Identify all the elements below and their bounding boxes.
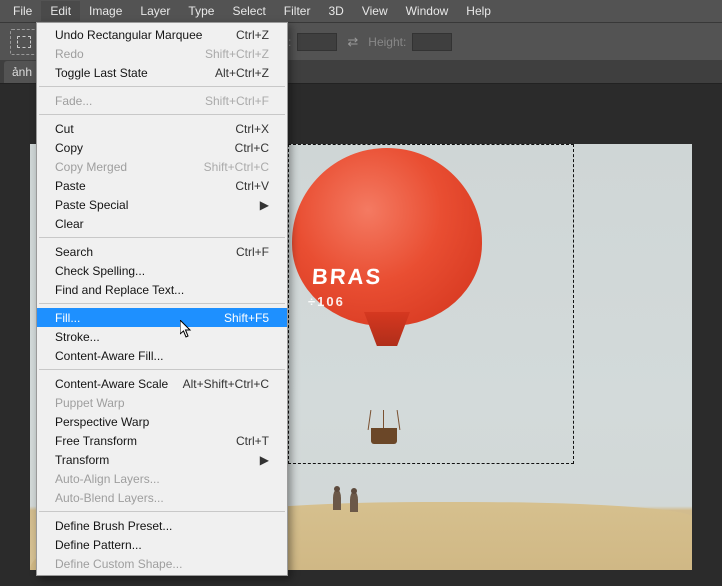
menu-item-define-custom-shape: Define Custom Shape... bbox=[37, 554, 287, 573]
menu-item-label: Cut bbox=[55, 122, 74, 136]
menu-3d[interactable]: 3D bbox=[319, 1, 352, 21]
tab-label: ảnh bbox=[12, 65, 32, 79]
menu-item-clear[interactable]: Clear bbox=[37, 214, 287, 233]
menu-item-shortcut: Shift+Ctrl+C bbox=[204, 160, 269, 174]
height-control: Height: bbox=[368, 33, 452, 51]
submenu-arrow-icon: ▶ bbox=[252, 198, 269, 212]
menu-item-label: Search bbox=[55, 245, 93, 259]
menu-separator bbox=[39, 114, 285, 115]
menu-item-shortcut: Shift+F5 bbox=[224, 311, 269, 325]
menu-item-undo-rectangular-marquee[interactable]: Undo Rectangular Marquee Ctrl+Z bbox=[37, 25, 287, 44]
menu-item-shortcut: Ctrl+F bbox=[236, 245, 269, 259]
menu-separator bbox=[39, 369, 285, 370]
menu-filter[interactable]: Filter bbox=[275, 1, 320, 21]
menu-image[interactable]: Image bbox=[80, 1, 131, 21]
menu-item-transform[interactable]: Transform ▶ bbox=[37, 450, 287, 469]
menu-item-label: Paste bbox=[55, 179, 86, 193]
menu-select[interactable]: Select bbox=[223, 1, 274, 21]
menu-file[interactable]: File bbox=[4, 1, 41, 21]
menu-item-check-spelling[interactable]: Check Spelling... bbox=[37, 261, 287, 280]
menu-item-shortcut: Alt+Shift+Ctrl+C bbox=[183, 377, 269, 391]
menu-item-shortcut: Shift+Ctrl+F bbox=[205, 94, 269, 108]
person-figure bbox=[350, 492, 358, 512]
menu-item-label: Fade... bbox=[55, 94, 92, 108]
menu-item-find-and-replace-text[interactable]: Find and Replace Text... bbox=[37, 280, 287, 299]
menu-item-stroke[interactable]: Stroke... bbox=[37, 327, 287, 346]
menu-item-free-transform[interactable]: Free Transform Ctrl+T bbox=[37, 431, 287, 450]
menu-item-toggle-last-state[interactable]: Toggle Last State Alt+Ctrl+Z bbox=[37, 63, 287, 82]
menu-item-label: Free Transform bbox=[55, 434, 137, 448]
menu-item-label: Content-Aware Fill... bbox=[55, 349, 164, 363]
menu-item-copy[interactable]: Copy Ctrl+C bbox=[37, 138, 287, 157]
menu-item-auto-align-layers: Auto-Align Layers... bbox=[37, 469, 287, 488]
menu-item-label: Auto-Blend Layers... bbox=[55, 491, 164, 505]
menu-item-label: Find and Replace Text... bbox=[55, 283, 184, 297]
document-tab[interactable]: ảnh bbox=[4, 61, 40, 83]
menu-item-copy-merged: Copy Merged Shift+Ctrl+C bbox=[37, 157, 287, 176]
menu-item-shortcut: Ctrl+X bbox=[235, 122, 269, 136]
menu-item-shortcut: Alt+Ctrl+Z bbox=[215, 66, 269, 80]
menu-item-search[interactable]: Search Ctrl+F bbox=[37, 242, 287, 261]
menu-item-cut[interactable]: Cut Ctrl+X bbox=[37, 119, 287, 138]
menu-item-label: Undo Rectangular Marquee bbox=[55, 28, 202, 42]
menu-item-label: Paste Special bbox=[55, 198, 128, 212]
menubar: FileEditImageLayerTypeSelectFilter3DView… bbox=[0, 0, 722, 22]
menu-item-label: Content-Aware Scale bbox=[55, 377, 168, 391]
menu-item-label: Copy Merged bbox=[55, 160, 127, 174]
edit-menu: Undo Rectangular Marquee Ctrl+Z Redo Shift+… bbox=[36, 22, 288, 576]
menu-item-fade: Fade... Shift+Ctrl+F bbox=[37, 91, 287, 110]
menu-item-label: Define Custom Shape... bbox=[55, 557, 182, 571]
menu-view[interactable]: View bbox=[353, 1, 397, 21]
height-label: Height: bbox=[368, 35, 406, 49]
menu-item-content-aware-scale[interactable]: Content-Aware Scale Alt+Shift+Ctrl+C bbox=[37, 374, 287, 393]
menu-edit[interactable]: Edit bbox=[41, 1, 80, 21]
menu-item-paste[interactable]: Paste Ctrl+V bbox=[37, 176, 287, 195]
menu-item-label: Perspective Warp bbox=[55, 415, 149, 429]
menu-item-label: Clear bbox=[55, 217, 84, 231]
menu-item-perspective-warp[interactable]: Perspective Warp bbox=[37, 412, 287, 431]
menu-item-label: Toggle Last State bbox=[55, 66, 148, 80]
menu-item-label: Copy bbox=[55, 141, 83, 155]
menu-separator bbox=[39, 303, 285, 304]
menu-item-label: Puppet Warp bbox=[55, 396, 125, 410]
menu-item-fill[interactable]: Fill... Shift+F5 bbox=[37, 308, 287, 327]
menu-item-auto-blend-layers: Auto-Blend Layers... bbox=[37, 488, 287, 507]
menu-item-label: Define Pattern... bbox=[55, 538, 142, 552]
menu-item-shortcut: Ctrl+Z bbox=[236, 28, 269, 42]
menu-type[interactable]: Type bbox=[179, 1, 223, 21]
swap-dimensions-icon: ⇄ bbox=[347, 34, 358, 50]
person-figure bbox=[333, 490, 341, 510]
menu-item-label: Transform bbox=[55, 453, 109, 467]
menu-separator bbox=[39, 237, 285, 238]
menu-item-redo: Redo Shift+Ctrl+Z bbox=[37, 44, 287, 63]
width-input bbox=[297, 33, 337, 51]
menu-item-shortcut: Ctrl+C bbox=[235, 141, 269, 155]
menu-window[interactable]: Window bbox=[397, 1, 458, 21]
menu-item-shortcut: Shift+Ctrl+Z bbox=[205, 47, 269, 61]
menu-item-puppet-warp: Puppet Warp bbox=[37, 393, 287, 412]
menu-help[interactable]: Help bbox=[457, 1, 500, 21]
menu-item-paste-special[interactable]: Paste Special ▶ bbox=[37, 195, 287, 214]
menu-layer[interactable]: Layer bbox=[131, 1, 179, 21]
height-input bbox=[412, 33, 452, 51]
menu-separator bbox=[39, 511, 285, 512]
menu-item-define-pattern[interactable]: Define Pattern... bbox=[37, 535, 287, 554]
menu-item-label: Check Spelling... bbox=[55, 264, 145, 278]
menu-item-label: Stroke... bbox=[55, 330, 100, 344]
menu-item-label: Auto-Align Layers... bbox=[55, 472, 160, 486]
menu-item-label: Define Brush Preset... bbox=[55, 519, 172, 533]
menu-item-shortcut: Ctrl+V bbox=[235, 179, 269, 193]
menu-separator bbox=[39, 86, 285, 87]
menu-item-label: Fill... bbox=[55, 311, 80, 325]
menu-item-label: Redo bbox=[55, 47, 84, 61]
menu-item-content-aware-fill[interactable]: Content-Aware Fill... bbox=[37, 346, 287, 365]
selection-marquee[interactable] bbox=[288, 144, 574, 464]
menu-item-define-brush-preset[interactable]: Define Brush Preset... bbox=[37, 516, 287, 535]
rectangular-marquee-tool-icon[interactable] bbox=[10, 29, 38, 55]
submenu-arrow-icon: ▶ bbox=[252, 453, 269, 467]
menu-item-shortcut: Ctrl+T bbox=[236, 434, 269, 448]
